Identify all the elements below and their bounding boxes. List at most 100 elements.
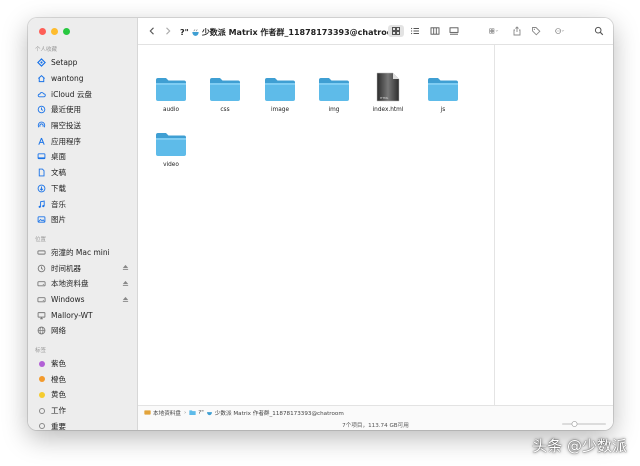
folder-icon [264, 72, 296, 102]
eject-icon[interactable] [122, 280, 129, 287]
sidebar-item-desktop[interactable]: 桌面 [28, 149, 137, 165]
tag-ring-icon [38, 407, 45, 414]
preview-divider [494, 45, 495, 405]
sidebar-item-local-drive[interactable]: 本地资料盘 [28, 276, 137, 292]
gallery-icon [449, 27, 459, 35]
sidebar-item-applications[interactable]: 应用程序 [28, 133, 137, 149]
folder-icon [427, 72, 459, 102]
icon-size-slider[interactable] [562, 421, 606, 427]
icon-view-button[interactable] [388, 25, 404, 37]
sidebar-tag-purple[interactable]: 紫色 [28, 356, 137, 372]
folder-icon [318, 72, 350, 102]
sidebar-section-favorites: 个人收藏 [35, 47, 58, 53]
tag-purple-dot-icon [38, 360, 45, 367]
path-drive[interactable]: 本地资料盘 [153, 409, 181, 417]
grid-icon [392, 27, 400, 35]
sidebar-item-mallory-wt[interactable]: Mallory-WT [28, 307, 137, 323]
sidebar-item-label: iCloud 云盘 [51, 89, 92, 99]
list-view-button[interactable] [408, 25, 422, 37]
path-bar: 本地资料盘 › ?" 少数派 Matrix 作者群_11878173393@ch… [138, 405, 613, 419]
sidebar-item-recents[interactable]: 最近使用 [28, 102, 137, 118]
computer-icon [36, 247, 47, 258]
finder-window: 个人收藏 Setapp wantong iCloud 云盘 最近使用 隔空投送 [28, 18, 613, 430]
sidebar-tag-work[interactable]: 工作 [28, 403, 137, 419]
group-grid-icon [489, 28, 498, 34]
file-name: index.html [372, 107, 404, 113]
slider-knob[interactable] [571, 421, 578, 427]
path-folder[interactable]: 少数派 Matrix 作者群_11878173393@chatroom [215, 409, 344, 417]
search-button[interactable] [593, 25, 605, 37]
chevron-right-icon [166, 27, 171, 35]
tag-orange-dot-icon [38, 376, 45, 383]
folder-item[interactable]: video [144, 120, 198, 175]
list-icon [411, 27, 419, 35]
sidebar-item-documents[interactable]: 文稿 [28, 165, 137, 181]
download-icon [36, 183, 47, 194]
file-type-badge: HTML [380, 96, 389, 100]
columns-icon [430, 27, 440, 35]
path-separator-icon: › [183, 409, 187, 416]
setapp-icon [36, 57, 47, 68]
sidebar-item-label: Windows [51, 294, 85, 304]
sidebar-item-network[interactable]: 网络 [28, 323, 137, 339]
folder-item[interactable]: css [198, 65, 252, 120]
watermark: 头条 @少数派 [532, 437, 627, 455]
time-machine-icon [36, 263, 47, 274]
sidebar-item-setapp[interactable]: Setapp [28, 55, 137, 71]
main-pane: ?" 少数派 Matrix 作者群_11878173393@chatroom a… [138, 18, 613, 430]
forward-button[interactable] [163, 26, 173, 36]
eject-icon[interactable] [122, 296, 129, 303]
photo-icon [36, 214, 47, 225]
chevron-left-icon [149, 27, 154, 35]
file-name: audio [162, 107, 180, 113]
gallery-view-button[interactable] [447, 25, 461, 37]
minimize-button[interactable] [51, 28, 58, 35]
file-name: img [328, 107, 340, 113]
sidebar-item-icloud[interactable]: iCloud 云盘 [28, 86, 137, 102]
sidebar-item-label: 黄色 [51, 390, 66, 400]
sidebar-item-mac-mini[interactable]: 宛潼的 Mac mini [28, 245, 137, 261]
sidebar-item-label: 文稿 [51, 168, 66, 178]
search-icon [594, 26, 604, 36]
sidebar-item-label: 最近使用 [51, 105, 81, 115]
sidebar-tag-yellow[interactable]: 黄色 [28, 387, 137, 403]
zoom-button[interactable] [63, 28, 70, 35]
sidebar-item-windows[interactable]: Windows [28, 292, 137, 308]
sidebar-item-downloads[interactable]: 下载 [28, 181, 137, 197]
column-view-button[interactable] [428, 25, 442, 37]
music-icon [36, 199, 47, 210]
title-text: 少数派 Matrix 作者群_11878173393@chatroom [201, 27, 401, 37]
back-button[interactable] [147, 26, 157, 36]
sidebar-item-label: 宛潼的 Mac mini [51, 247, 110, 257]
drive-icon [36, 294, 47, 305]
folder-item[interactable]: js [416, 65, 470, 120]
sidebar-item-airdrop[interactable]: 隔空投送 [28, 118, 137, 134]
sidebar-list: 个人收藏 Setapp wantong iCloud 云盘 最近使用 隔空投送 [28, 45, 137, 430]
clock-icon [36, 104, 47, 115]
share-icon [513, 26, 521, 36]
sidebar-section-tags: 标签 [35, 347, 47, 354]
network-icon [36, 325, 47, 336]
folder-item[interactable]: audio [144, 65, 198, 120]
close-button[interactable] [39, 28, 46, 35]
folder-item[interactable]: img [307, 65, 361, 120]
teacup-icon [206, 412, 212, 416]
group-button[interactable] [484, 25, 504, 37]
more-actions-button[interactable] [550, 25, 570, 37]
document-icon [36, 167, 47, 178]
sidebar-item-pictures[interactable]: 图片 [28, 212, 137, 228]
tag-button[interactable] [530, 25, 542, 37]
sidebar-item-time-machine[interactable]: 时间机器 [28, 260, 137, 276]
sidebar-tag-orange[interactable]: 橙色 [28, 371, 137, 387]
file-item[interactable]: index.html HTML [361, 65, 415, 120]
sidebar-item-wantong[interactable]: wantong [28, 71, 137, 87]
eject-icon[interactable] [122, 264, 129, 271]
sidebar-tag-important[interactable]: 重要 [28, 418, 137, 430]
monitor-icon [36, 310, 47, 321]
sidebar-item-music[interactable]: 音乐 [28, 196, 137, 212]
drive-icon [144, 410, 151, 415]
share-button[interactable] [511, 25, 523, 37]
desktop-icon [36, 151, 47, 162]
sidebar-item-label: 时间机器 [51, 263, 81, 273]
folder-item[interactable]: image [253, 65, 307, 120]
